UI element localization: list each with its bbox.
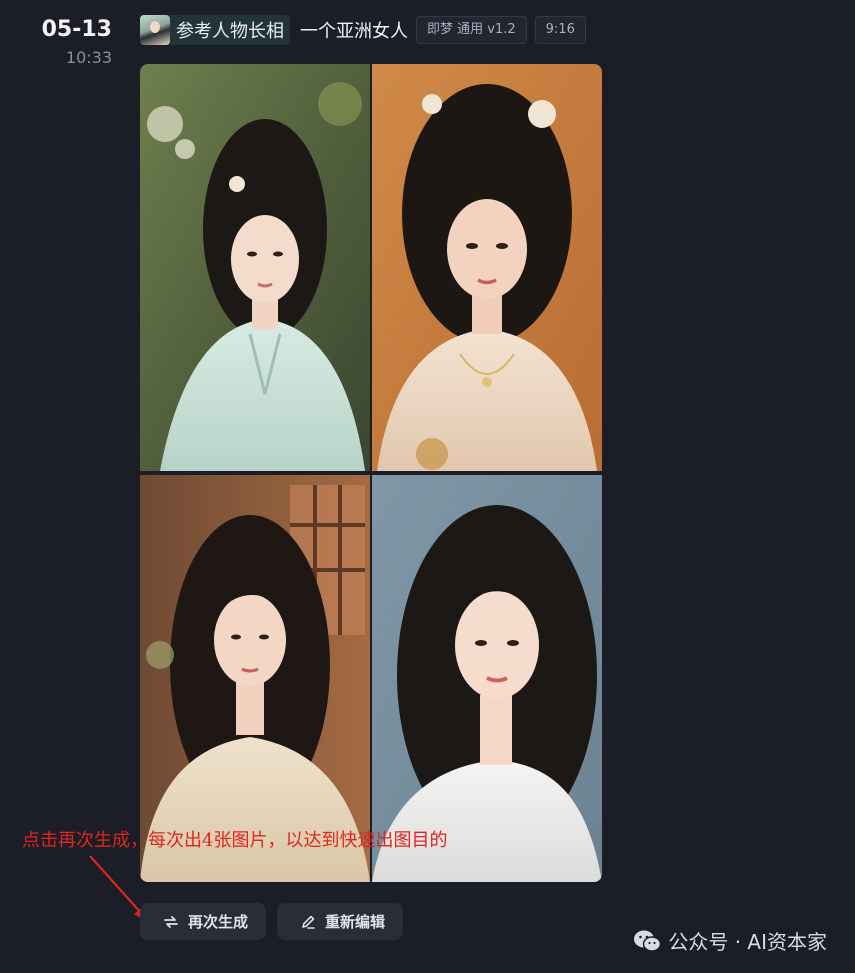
generation-header: 参考人物长相 一个亚洲女人 即梦 通用 v1.2 9:16 [140, 14, 586, 46]
aspect-ratio-tag: 9:16 [534, 16, 586, 44]
generated-image-4[interactable] [372, 475, 602, 882]
generated-image-1[interactable] [140, 64, 370, 471]
wechat-icon [634, 930, 662, 952]
record-date: 05-13 [41, 17, 112, 42]
action-bar: 再次生成 重新编辑 [140, 903, 404, 940]
regenerate-button[interactable]: 再次生成 [140, 903, 267, 940]
annotation-text: 点击再次生成，每次出4张图片，以达到快速出图目的 [22, 830, 448, 851]
watermark: 公众号 · AI资本家 [632, 926, 827, 955]
reference-chip[interactable]: 参考人物长相 [140, 15, 290, 45]
watermark-text: 公众号 · AI资本家 [668, 930, 827, 954]
record-timestamp: 05-13 10:33 [0, 16, 112, 68]
generated-image-3[interactable] [140, 475, 370, 882]
refresh-icon [162, 913, 180, 931]
record-time: 10:33 [65, 48, 112, 67]
reference-thumbnail [140, 15, 170, 45]
reedit-label: 重新编辑 [325, 913, 386, 931]
reference-label: 参考人物长相 [176, 21, 284, 42]
generated-image-2[interactable] [372, 64, 602, 471]
image-grid [140, 64, 602, 882]
prompt-text: 一个亚洲女人 [300, 21, 408, 42]
reedit-button[interactable]: 重新编辑 [277, 903, 404, 940]
regenerate-label: 再次生成 [188, 913, 249, 931]
edit-icon [299, 913, 317, 931]
model-tag: 即梦 通用 v1.2 [416, 16, 527, 44]
